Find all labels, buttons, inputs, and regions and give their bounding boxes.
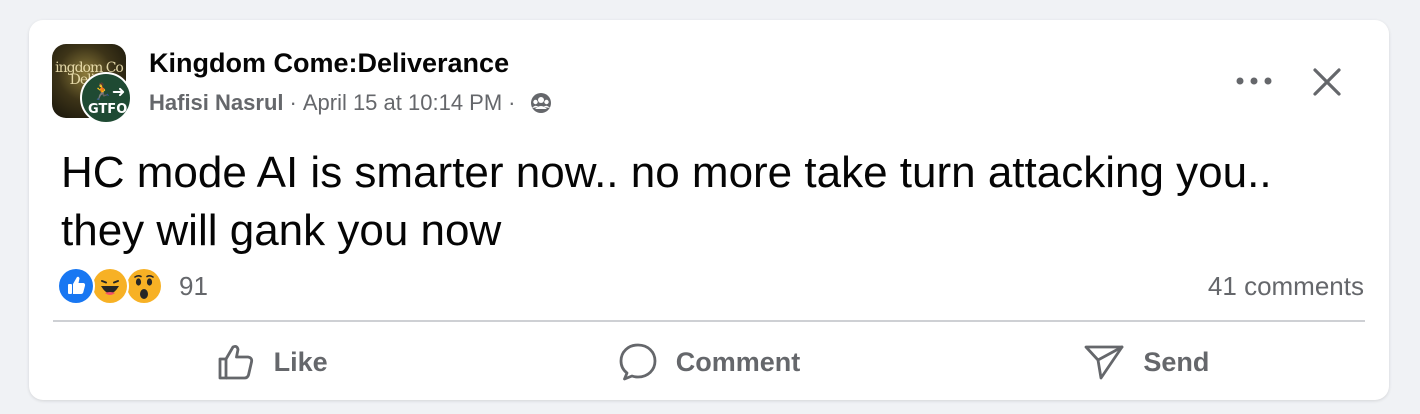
- user-avatar[interactable]: 🏃➜ GTFO: [80, 72, 132, 124]
- more-options-button[interactable]: [1229, 64, 1279, 98]
- author-link[interactable]: Hafisi Nasrul: [149, 90, 284, 116]
- post-body-text: HC mode AI is smarter now.. no more take…: [61, 148, 1272, 255]
- post-avatar[interactable]: ingdom Co Delive 🏃➜ GTFO: [52, 44, 132, 124]
- group-name-link[interactable]: Kingdom Come:Deliverance: [149, 48, 509, 79]
- like-button[interactable]: Like: [53, 332, 490, 392]
- send-icon: [1084, 345, 1124, 380]
- close-button[interactable]: [1305, 60, 1349, 104]
- post-actions: Like Comment Send: [53, 332, 1365, 392]
- post-meta: Hafisi Nasrul · April 15 at 10:14 PM ·: [149, 90, 552, 116]
- wow-icon: [125, 267, 163, 305]
- comment-button[interactable]: Comment: [490, 332, 927, 392]
- exit-sign-icon: 🏃➜: [92, 84, 126, 101]
- like-label: Like: [273, 346, 328, 377]
- haha-icon: [91, 267, 129, 305]
- action-divider: [53, 320, 1365, 322]
- send-button[interactable]: Send: [928, 332, 1365, 392]
- reaction-count: 91: [179, 270, 208, 301]
- comment-bubble-icon: [619, 343, 657, 381]
- post-card: ingdom Co Delive 🏃➜ GTFO Kingdom Come:De…: [29, 20, 1389, 400]
- comments-count-link[interactable]: 41 comments: [1208, 271, 1364, 302]
- more-dots-icon: [1236, 77, 1272, 85]
- comment-label: Comment: [675, 346, 801, 377]
- timestamp-link[interactable]: April 15 at 10:14 PM: [303, 90, 502, 116]
- thumbs-up-icon: [218, 345, 253, 380]
- like-icon: [57, 267, 95, 305]
- reactions-summary[interactable]: 91: [57, 267, 208, 305]
- meta-separator-2: ·: [508, 90, 516, 115]
- group-privacy-icon[interactable]: [530, 92, 552, 114]
- user-avatar-text: GTFO: [88, 102, 128, 117]
- send-label: Send: [1143, 346, 1210, 377]
- close-icon: [1313, 68, 1341, 96]
- meta-separator: ·: [289, 90, 297, 115]
